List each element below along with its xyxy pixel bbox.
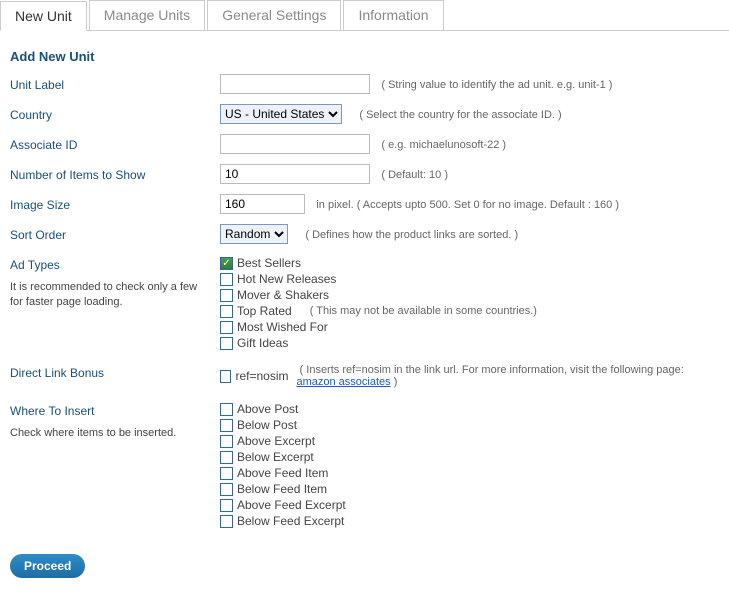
hint-sort-order: ( Defines how the product links are sort… — [305, 229, 518, 241]
hint-unit-label: ( String value to identify the ad unit. … — [381, 79, 612, 91]
chk-mover-shakers[interactable]: Mover & Shakers — [220, 288, 719, 302]
label-direct-link: Direct Link Bonus — [10, 362, 220, 380]
label-where-insert: Where To Insert Check where items to be … — [10, 400, 220, 441]
unit-label-input[interactable] — [220, 74, 370, 94]
hint-country: ( Select the country for the associate I… — [359, 109, 561, 121]
amazon-associates-link[interactable]: amazon associates — [296, 376, 390, 388]
label-country: Country — [10, 104, 220, 122]
checkbox-icon — [220, 337, 233, 350]
tab-new-unit[interactable]: New Unit — [0, 1, 87, 31]
checkbox-icon — [220, 273, 233, 286]
tab-information[interactable]: Information — [343, 0, 443, 30]
proceed-button[interactable]: Proceed — [10, 554, 85, 578]
checkbox-icon — [220, 257, 233, 270]
label-ad-types: Ad Types It is recommended to check only… — [10, 254, 220, 311]
tab-bar: New Unit Manage Units General Settings I… — [0, 0, 729, 31]
chk-hot-new-releases[interactable]: Hot New Releases — [220, 272, 719, 286]
chk-above-post[interactable]: Above Post — [220, 402, 719, 416]
chk-most-wished[interactable]: Most Wished For — [220, 320, 719, 334]
country-select[interactable]: US - United States — [220, 104, 342, 124]
label-associate-id: Associate ID — [10, 134, 220, 152]
chk-ref-nosim[interactable]: ref=nosim ( Inserts ref=nosim in the lin… — [220, 364, 719, 388]
checkbox-icon — [220, 499, 233, 512]
chk-above-feed-excerpt[interactable]: Above Feed Excerpt — [220, 498, 719, 512]
hint-num-items: ( Default: 10 ) — [381, 169, 448, 181]
chk-below-excerpt[interactable]: Below Excerpt — [220, 450, 719, 464]
chk-best-sellers[interactable]: Best Sellers — [220, 256, 719, 270]
checkbox-icon — [220, 289, 233, 302]
label-unit-label: Unit Label — [10, 74, 220, 92]
chk-above-excerpt[interactable]: Above Excerpt — [220, 434, 719, 448]
label-num-items: Number of Items to Show — [10, 164, 220, 182]
page-title: Add New Unit — [10, 49, 729, 64]
hint-ref-nosim: ( Inserts ref=nosim in the link url. For… — [296, 364, 719, 388]
checkbox-icon — [220, 419, 233, 432]
checkbox-icon — [220, 515, 233, 528]
checkbox-icon — [220, 370, 231, 383]
checkbox-icon — [220, 403, 233, 416]
associate-id-input[interactable] — [220, 134, 370, 154]
label-image-size: Image Size — [10, 194, 220, 212]
checkbox-icon — [220, 435, 233, 448]
tab-general-settings[interactable]: General Settings — [207, 0, 341, 30]
hint-image-size: in pixel. ( Accepts upto 500. Set 0 for … — [316, 199, 619, 211]
chk-gift-ideas[interactable]: Gift Ideas — [220, 336, 719, 350]
checkbox-icon — [220, 451, 233, 464]
chk-below-feed-item[interactable]: Below Feed Item — [220, 482, 719, 496]
chk-above-feed-item[interactable]: Above Feed Item — [220, 466, 719, 480]
checkbox-icon — [220, 467, 233, 480]
hint-top-rated: ( This may not be available in some coun… — [310, 305, 537, 317]
label-sort-order: Sort Order — [10, 224, 220, 242]
chk-top-rated[interactable]: Top Rated ( This may not be available in… — [220, 304, 719, 318]
sort-order-select[interactable]: Random — [220, 224, 288, 244]
subtext-ad-types: It is recommended to check only a few fo… — [10, 280, 220, 311]
tab-manage-units[interactable]: Manage Units — [89, 0, 205, 30]
checkbox-icon — [220, 483, 233, 496]
form: Unit Label ( String value to identify th… — [0, 74, 729, 530]
chk-below-feed-excerpt[interactable]: Below Feed Excerpt — [220, 514, 719, 528]
chk-below-post[interactable]: Below Post — [220, 418, 719, 432]
checkbox-icon — [220, 321, 233, 334]
image-size-input[interactable] — [220, 194, 305, 214]
checkbox-icon — [220, 305, 233, 318]
hint-associate-id: ( e.g. michaelunosoft-22 ) — [381, 139, 506, 151]
subtext-where-insert: Check where items to be inserted. — [10, 426, 220, 441]
num-items-input[interactable] — [220, 164, 370, 184]
